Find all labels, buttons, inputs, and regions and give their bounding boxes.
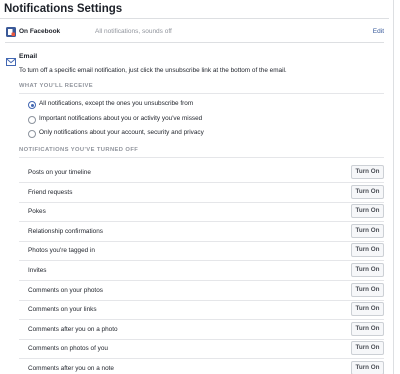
turn-on-button[interactable]: Turn On: [351, 243, 384, 258]
radio-button[interactable]: [28, 101, 36, 109]
turn-on-button[interactable]: Turn On: [351, 341, 384, 356]
notification-label: Photos you're tagged in: [28, 247, 95, 255]
edit-on-facebook-link[interactable]: Edit: [373, 28, 384, 35]
notification-row: Friend requests Turn On: [19, 184, 384, 203]
notification-label: Relationship confirmations: [28, 227, 103, 235]
turn-on-button[interactable]: Turn On: [351, 361, 384, 374]
turn-on-button[interactable]: Turn On: [351, 263, 384, 277]
turn-on-button[interactable]: Turn On: [351, 282, 384, 297]
page-title: Notifications Settings: [4, 3, 123, 15]
header-divider: [0, 18, 389, 19]
notification-row: Invites Turn On: [19, 262, 384, 281]
receive-option-label: All notifications, except the ones you u…: [39, 100, 194, 107]
turn-on-button[interactable]: Turn On: [351, 302, 384, 317]
receive-divider: [19, 93, 384, 94]
notification-label: Friend requests: [28, 188, 73, 196]
notification-label: Posts on your timeline: [28, 169, 91, 176]
notification-label: Comments on photos of you: [28, 345, 108, 353]
notification-row: Pokes Turn On: [19, 203, 384, 223]
turn-on-button[interactable]: Turn On: [351, 165, 384, 179]
on-facebook-value: All notifications, sounds off: [95, 28, 172, 35]
page-edge-divider: [393, 0, 394, 374]
notification-label: Invites: [28, 267, 47, 274]
on-facebook-row: On Facebook All notifications, sounds of…: [5, 24, 384, 40]
notification-row: Comments on your links Turn On: [19, 301, 384, 321]
notification-row: Comments after you on a photo Turn On: [19, 321, 384, 340]
receive-option-label: Only notifications about your account, s…: [39, 129, 204, 136]
notification-label: Comments on your photos: [28, 286, 103, 294]
section-divider: [5, 42, 384, 43]
on-facebook-label: On Facebook: [19, 28, 61, 35]
notification-label: Comments on your links: [28, 306, 97, 314]
notification-row: Comments on your photos Turn On: [19, 282, 384, 301]
turn-on-button[interactable]: Turn On: [351, 184, 384, 199]
receive-heading: WHAT YOU'LL RECEIVE: [19, 83, 94, 89]
email-description: To turn off a specific email notificatio…: [19, 67, 287, 74]
radio-button[interactable]: [28, 115, 36, 124]
turn-on-button[interactable]: Turn On: [351, 223, 384, 238]
notification-label: Pokes: [28, 208, 46, 216]
email-title: Email: [19, 53, 38, 60]
facebook-notifications-icon: [6, 27, 16, 37]
notification-row: Comments after you on a note Turn On: [19, 360, 384, 374]
notification-label: Comments after you on a note: [28, 365, 114, 372]
notification-row: Relationship confirmations Turn On: [19, 223, 384, 242]
turned-off-heading: NOTIFICATIONS YOU'VE TURNED OFF: [19, 147, 139, 153]
radio-button[interactable]: [28, 130, 36, 138]
notification-row: Posts on your timeline Turn On: [19, 164, 384, 183]
notification-label: Comments after you on a photo: [28, 325, 118, 333]
receive-option-label: Important notifications about you or act…: [39, 114, 203, 122]
notification-row: Comments on photos of you Turn On: [19, 340, 384, 360]
turn-on-button[interactable]: Turn On: [351, 321, 384, 336]
notification-row: Photos you're tagged in Turn On: [19, 242, 384, 262]
turned-off-divider: [19, 157, 384, 158]
turn-on-button[interactable]: Turn On: [351, 204, 384, 219]
envelope-icon: [6, 53, 16, 66]
notifications-settings-page: Notifications Settings On Facebook All n…: [0, 0, 393, 374]
